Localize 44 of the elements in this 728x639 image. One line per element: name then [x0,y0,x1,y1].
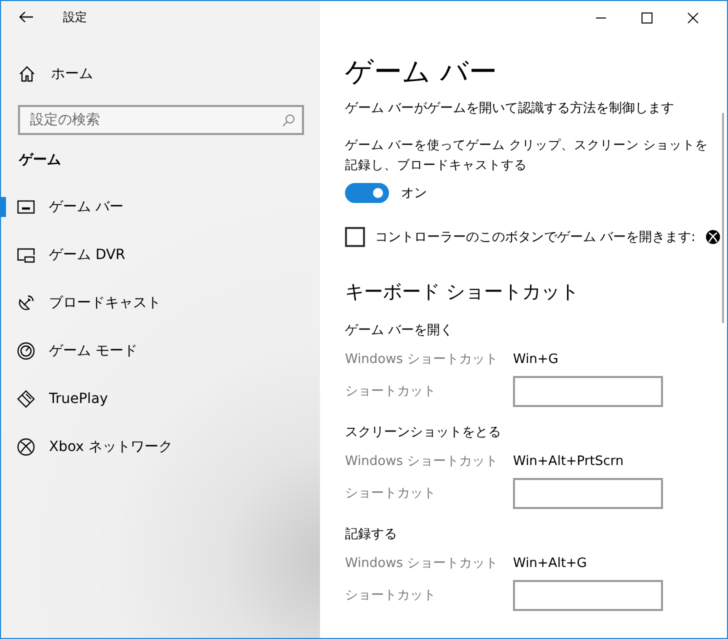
toggle-label: ゲーム バーを使ってゲーム クリップ、スクリーン ショットを記録し、ブロードキャストする [345,136,709,174]
shortcut-title: ゲーム バーを開く [345,322,454,340]
shortcut-value: Win+Alt+PrtScrn [513,454,624,468]
toggle-state: オン [401,185,427,202]
window-title: 設定 [63,8,87,26]
scrollbar[interactable] [722,113,724,323]
shortcut-input-field[interactable] [513,478,663,508]
section-heading: ゲーム [18,151,62,170]
toggle-switch[interactable] [345,183,389,203]
search-icon [282,114,295,127]
xbox-logo-icon [706,230,720,244]
section-heading: キーボード ショートカット [345,280,580,305]
home-link[interactable]: ホーム [1,50,320,98]
back-arrow-icon[interactable] [19,11,33,23]
shortcut-title: スクリーンショットをとる [345,424,502,442]
checkbox[interactable] [345,227,365,247]
sidebar-item[interactable]: TruePlay [1,375,320,423]
sidebar-item[interactable]: ゲーム バー [1,183,320,231]
maximize-icon[interactable] [641,12,653,24]
shortcut-value: Win+Alt+G [513,556,587,570]
shortcut-label: ショートカット [345,587,437,604]
shortcut-label: Windows ショートカット [345,555,500,572]
gauge-icon [17,342,35,360]
shortcut-title: 記録する [345,526,398,544]
sidebar-item[interactable]: Xbox ネットワーク [1,423,320,471]
shortcut-label: Windows ショートカット [345,453,500,470]
shortcut-input-field[interactable] [513,376,663,406]
xbox-logo-icon [17,438,35,456]
close-icon[interactable] [687,12,699,24]
search-field[interactable]: 設定の検索 [18,105,304,135]
sidebar-item[interactable]: ゲーム DVR [1,231,320,279]
satellite-dish-icon [17,294,35,312]
checkbox-label: コントローラーのこのボタンでゲーム バーを開きます: [375,229,696,246]
shortcut-value: Win+G [513,352,558,366]
home-icon [19,66,35,82]
shortcut-label: ショートカット [345,485,437,502]
shortcut-label: ショートカット [345,383,437,400]
shortcut-input-field[interactable] [513,580,663,610]
monitor-icon [17,246,35,264]
sidebar-item[interactable]: ゲーム モード [1,327,320,375]
page-description: ゲーム バーがゲームを開いて認識する方法を制御します [345,100,676,117]
shortcut-label: Windows ショートカット [345,351,500,368]
sidebar-item[interactable]: ブロードキャスト [1,279,320,327]
page-title: ゲーム バー [345,54,498,90]
